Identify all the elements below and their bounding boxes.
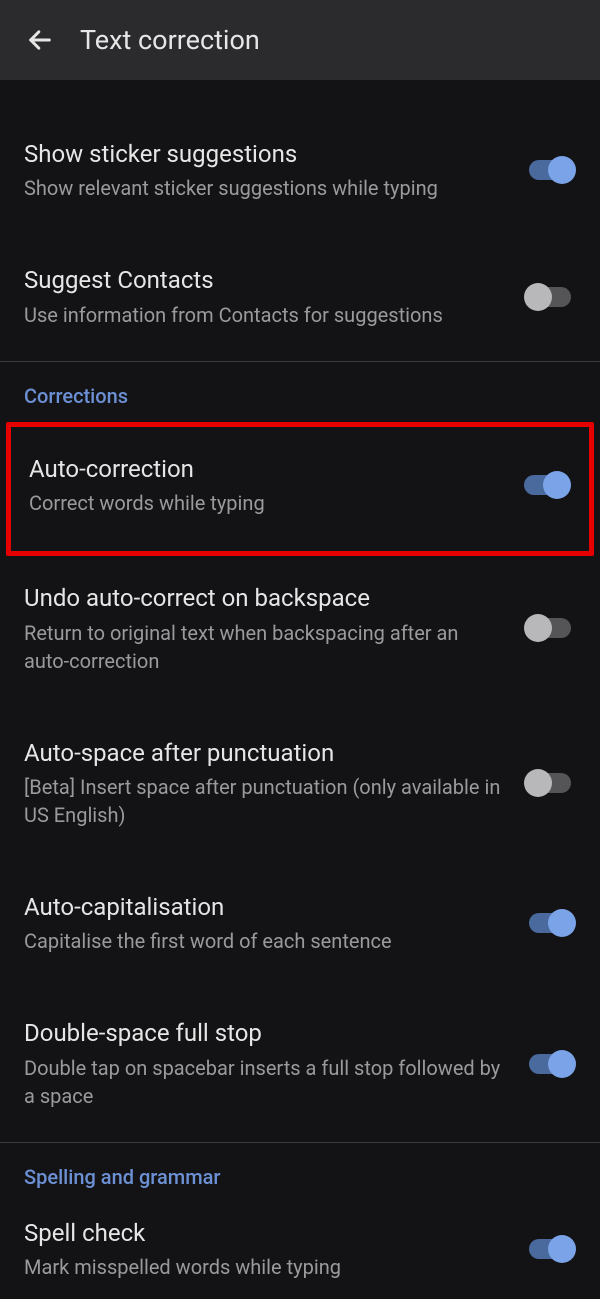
toggle-sticker-suggestions[interactable] [524, 155, 576, 185]
setting-subtitle: Show relevant sticker suggestions while … [24, 174, 504, 202]
setting-text: Auto-correction Correct words while typi… [29, 453, 519, 517]
setting-title: Auto-correction [29, 453, 499, 485]
setting-text: Show sticker suggestions Show relevant s… [24, 138, 524, 202]
setting-undo-auto-correct[interactable]: Undo auto-correct on backspace Return to… [0, 564, 600, 692]
setting-title: Spell check [24, 1217, 504, 1249]
setting-title: Undo auto-correct on backspace [24, 582, 504, 614]
setting-title: Auto-space after punctuation [24, 737, 504, 769]
setting-spell-check[interactable]: Spell check Mark misspelled words while … [0, 1199, 600, 1299]
app-header: Text correction [0, 0, 600, 80]
setting-text: Suggest Contacts Use information from Co… [24, 264, 524, 328]
toggle-spell-check[interactable] [524, 1234, 576, 1264]
setting-double-space[interactable]: Double-space full stop Double tap on spa… [0, 999, 600, 1127]
toggle-auto-space[interactable] [524, 768, 576, 798]
toggle-auto-correction[interactable] [519, 470, 571, 500]
setting-subtitle: Use information from Contacts for sugges… [24, 301, 504, 329]
setting-title: Double-space full stop [24, 1017, 504, 1049]
highlight-box: Auto-correction Correct words while typi… [6, 422, 594, 556]
setting-subtitle: Capitalise the first word of each senten… [24, 927, 504, 955]
setting-text: Spell check Mark misspelled words while … [24, 1217, 524, 1281]
toggle-double-space[interactable] [524, 1049, 576, 1079]
toggle-auto-capitalisation[interactable] [524, 908, 576, 938]
setting-subtitle: Mark misspelled words while typing [24, 1253, 504, 1281]
back-arrow-icon[interactable] [20, 20, 60, 60]
setting-subtitle: Double tap on spacebar inserts a full st… [24, 1054, 504, 1110]
page-title: Text correction [80, 24, 260, 56]
setting-suggest-contacts[interactable]: Suggest Contacts Use information from Co… [0, 246, 600, 346]
setting-auto-correction[interactable]: Auto-correction Correct words while typi… [11, 435, 589, 535]
setting-auto-capitalisation[interactable]: Auto-capitalisation Capitalise the first… [0, 873, 600, 973]
setting-text: Auto-capitalisation Capitalise the first… [24, 891, 524, 955]
setting-sticker-suggestions[interactable]: Show sticker suggestions Show relevant s… [0, 120, 600, 220]
setting-title: Suggest Contacts [24, 264, 504, 296]
setting-auto-space[interactable]: Auto-space after punctuation [Beta] Inse… [0, 719, 600, 847]
setting-subtitle: [Beta] Insert space after punctuation (o… [24, 773, 504, 829]
setting-subtitle: Return to original text when backspacing… [24, 619, 504, 675]
setting-text: Undo auto-correct on backspace Return to… [24, 582, 524, 674]
setting-subtitle: Correct words while typing [29, 489, 499, 517]
settings-list: Show sticker suggestions Show relevant s… [0, 80, 600, 1299]
toggle-undo-auto-correct[interactable] [524, 613, 576, 643]
setting-text: Double-space full stop Double tap on spa… [24, 1017, 524, 1109]
toggle-suggest-contacts[interactable] [524, 282, 576, 312]
section-header-spelling: Spelling and grammar [0, 1143, 600, 1199]
setting-title: Show sticker suggestions [24, 138, 504, 170]
setting-title: Auto-capitalisation [24, 891, 504, 923]
section-header-corrections: Corrections [0, 362, 600, 418]
setting-text: Auto-space after punctuation [Beta] Inse… [24, 737, 524, 829]
